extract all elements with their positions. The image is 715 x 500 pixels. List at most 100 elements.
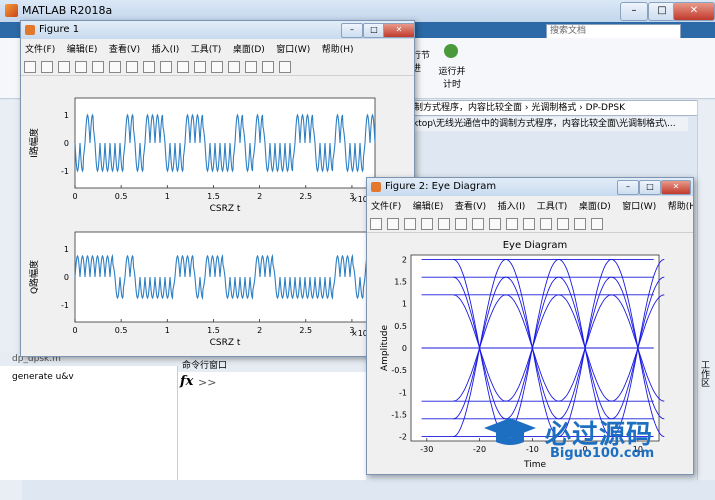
figure1-titlebar: Figure 1 – □ ✕ [21, 21, 415, 39]
zoom-in-icon[interactable] [109, 61, 121, 73]
rotate-icon[interactable] [506, 218, 518, 230]
y-tick-label: -2 [399, 433, 407, 442]
zoom-in-icon[interactable] [455, 218, 467, 230]
open-icon[interactable] [387, 218, 399, 230]
figure1-maximize-button[interactable]: □ [363, 23, 385, 38]
figure2-close-button[interactable]: ✕ [661, 180, 691, 195]
figure2-maximize-button[interactable]: □ [639, 180, 661, 195]
figure1-minimize-button[interactable]: – [341, 23, 363, 38]
print-icon[interactable] [421, 218, 433, 230]
menu-file[interactable]: 文件(F) [21, 40, 59, 55]
graduation-cap-logo [484, 418, 536, 445]
x-tick-label: 0.5 [115, 326, 128, 335]
figure-icon [371, 182, 381, 192]
x-tick-label: 2.5 [299, 192, 312, 201]
legend-icon[interactable] [591, 218, 603, 230]
run-and-time-icon[interactable] [444, 44, 458, 58]
new-figure-icon[interactable] [24, 61, 36, 73]
maximize-button[interactable]: □ [648, 2, 676, 21]
dock-icon[interactable] [279, 61, 291, 73]
brush-icon[interactable] [194, 61, 206, 73]
hide-tools-icon[interactable] [262, 61, 274, 73]
workspace-tab-label[interactable]: 工作区 [699, 360, 711, 387]
close-button[interactable]: ✕ [673, 2, 715, 21]
matlab-window-title: MATLAB R2018a [22, 4, 113, 17]
menu-edit[interactable]: 编辑(E) [63, 40, 102, 55]
bottom-xlabel: CSRZ t [210, 338, 241, 348]
figure-icon [25, 25, 35, 35]
command-window[interactable]: 命令行窗口 fx >> [178, 360, 370, 480]
top-xlabel: CSRZ t [210, 204, 241, 214]
x-tick-label: 1 [165, 192, 170, 201]
y-tick-label: -0.5 [391, 366, 407, 375]
run-and-time-button[interactable]: 运行并 计时 [436, 64, 468, 90]
menu-help[interactable]: 帮助(H) [664, 197, 693, 212]
data-cursor-icon[interactable] [177, 61, 189, 73]
search-docs-input[interactable]: 搜索文档 [546, 24, 681, 39]
colorbar-icon[interactable] [574, 218, 586, 230]
data-cursor-icon[interactable] [523, 218, 535, 230]
figure2-menubar: 文件(F) 编辑(E) 查看(V) 插入(I) 工具(T) 桌面(D) 窗口(W… [367, 197, 693, 213]
current-folder-path[interactable]: 制方式程序，内容比较全面 › 光调制格式 › DP-DPSK [410, 100, 705, 116]
figure1-menubar: 文件(F) 编辑(E) 查看(V) 插入(I) 工具(T) 桌面(D) 窗口(W… [21, 40, 414, 56]
select-arrow-icon[interactable] [438, 218, 450, 230]
rotate-icon[interactable] [160, 61, 172, 73]
watermark-url: Biguo100.com [550, 446, 655, 461]
menu-edit[interactable]: 编辑(E) [409, 197, 448, 212]
select-arrow-icon[interactable] [92, 61, 104, 73]
zoom-out-icon[interactable] [126, 61, 138, 73]
y-tick-label: -1 [399, 388, 407, 397]
menu-view[interactable]: 查看(V) [105, 40, 144, 55]
details-panel: dp_dpsk.m generate u&v [0, 352, 189, 480]
menu-file[interactable]: 文件(F) [367, 197, 405, 212]
figure1-title: Figure 1 [39, 24, 80, 35]
command-window-header: 命令行窗口 [178, 360, 370, 372]
menu-tools[interactable]: 工具(T) [533, 197, 572, 212]
menu-window[interactable]: 窗口(W) [618, 197, 660, 212]
menu-window[interactable]: 窗口(W) [272, 40, 314, 55]
open-icon[interactable] [41, 61, 53, 73]
menu-tools[interactable]: 工具(T) [187, 40, 226, 55]
menu-view[interactable]: 查看(V) [451, 197, 490, 212]
figure1-close-button[interactable]: ✕ [383, 23, 415, 38]
print-icon[interactable] [75, 61, 87, 73]
pan-icon[interactable] [489, 218, 501, 230]
figure2-toolbar [367, 214, 693, 233]
y-tick-label: 0 [64, 273, 69, 282]
menu-insert[interactable]: 插入(I) [494, 197, 530, 212]
y-tick-label: -1 [61, 167, 69, 176]
minimize-button[interactable]: – [620, 2, 648, 21]
function-browser-icon[interactable]: fx [180, 374, 193, 389]
menu-insert[interactable]: 插入(I) [148, 40, 184, 55]
x-tick-label: 2 [257, 326, 262, 335]
right-dock-strip [697, 100, 715, 480]
new-figure-icon[interactable] [370, 218, 382, 230]
x-tick-label: 2.5 [299, 326, 312, 335]
menu-help[interactable]: 帮助(H) [318, 40, 358, 55]
legend-icon[interactable] [245, 61, 257, 73]
eye-xlabel: Time [523, 460, 546, 470]
y-tick-label: -1.5 [391, 410, 407, 419]
brush-icon[interactable] [540, 218, 552, 230]
y-tick-label: 1 [64, 111, 69, 120]
figure1-window[interactable]: Figure 1 – □ ✕ 文件(F) 编辑(E) 查看(V) 插入(I) 工… [20, 20, 415, 357]
menu-desktop[interactable]: 桌面(D) [575, 197, 615, 212]
link-icon[interactable] [211, 61, 223, 73]
y-tick-label: 0 [402, 344, 407, 353]
pan-icon[interactable] [143, 61, 155, 73]
figure2-minimize-button[interactable]: – [617, 180, 639, 195]
y-tick-label: 2 [402, 255, 407, 264]
matlab-logo-icon [5, 4, 18, 17]
save-icon[interactable] [404, 218, 416, 230]
x-tick-label: -30 [420, 445, 433, 454]
menu-desktop[interactable]: 桌面(D) [229, 40, 269, 55]
y-tick-label: -1 [61, 301, 69, 310]
bottom-ylabel: Q路幅度 [28, 260, 40, 294]
save-icon[interactable] [58, 61, 70, 73]
colorbar-icon[interactable] [228, 61, 240, 73]
figure1-canvas: 0 0.5 1 1.5 2 2.5 310-10 0.5 1 1.5 2 2.5 310-1 I路幅度 … [21, 76, 414, 354]
eye-diagram-title: Eye Diagram [503, 240, 568, 251]
x-tick-label: 1.5 [207, 192, 220, 201]
link-icon[interactable] [557, 218, 569, 230]
zoom-out-icon[interactable] [472, 218, 484, 230]
